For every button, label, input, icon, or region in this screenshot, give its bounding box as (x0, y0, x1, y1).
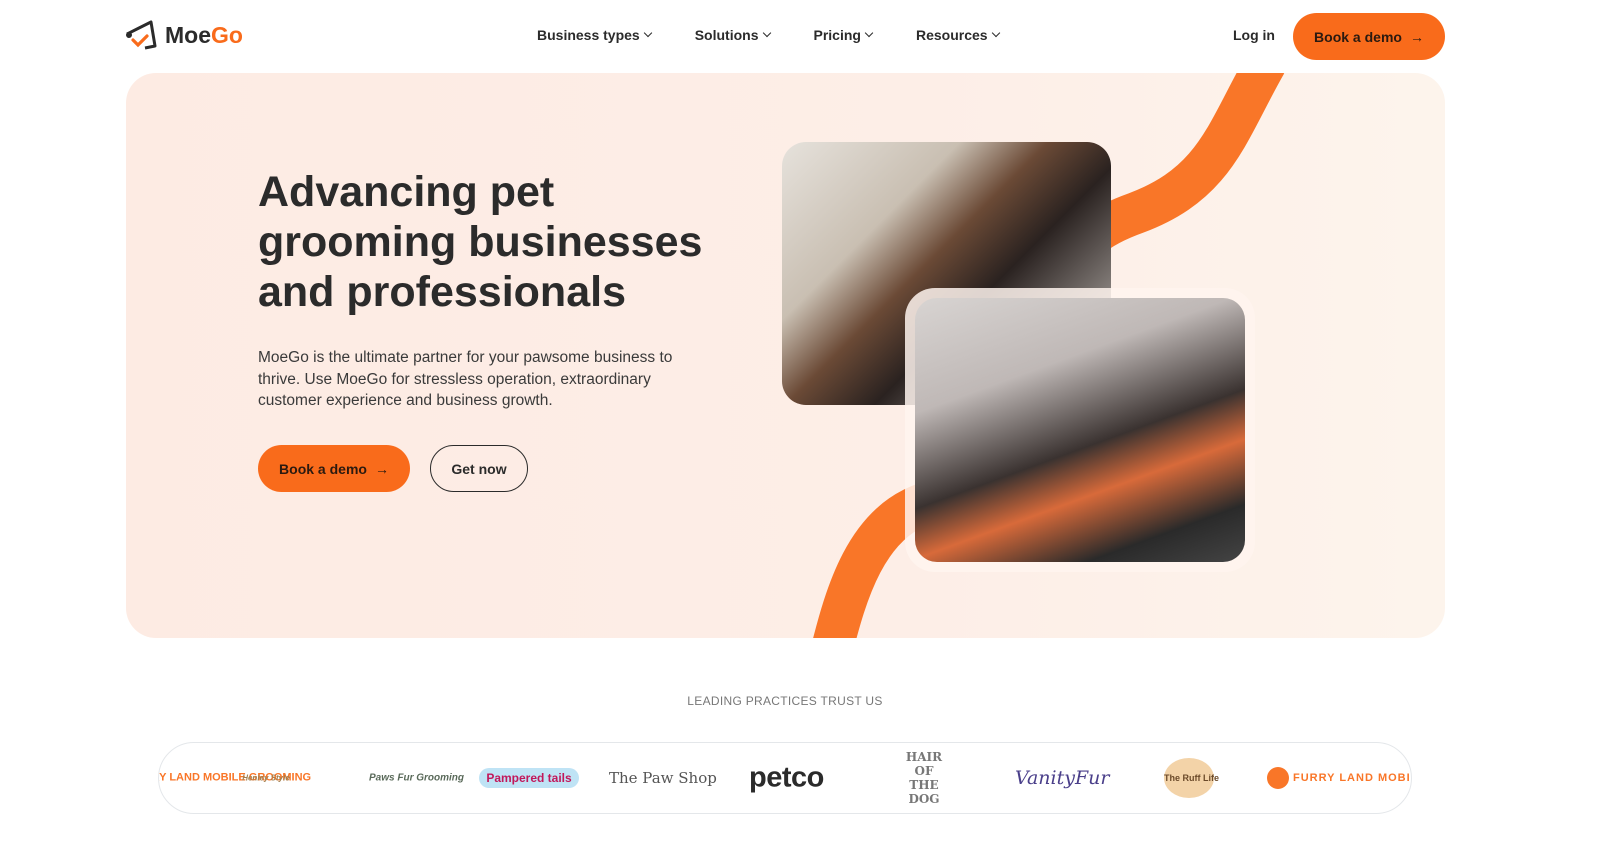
nav-label: Resources (915, 27, 988, 43)
nav-resources[interactable]: Resources (915, 27, 1000, 43)
logo-text: MoeGo (165, 21, 243, 48)
partner-logo: petco (749, 761, 824, 794)
nav-label: Solutions (694, 27, 759, 43)
nav-label: Pricing (813, 27, 861, 43)
button-label: Book a demo (1314, 28, 1402, 45)
button-label: Book a demo (279, 460, 367, 477)
get-now-button[interactable]: Get now (430, 445, 528, 492)
nav-solutions[interactable]: Solutions (694, 27, 771, 43)
hero-book-demo-button[interactable]: Book a demo → (258, 445, 410, 492)
arrow-right-icon: → (1409, 28, 1424, 45)
nav-label: Business types (537, 27, 640, 43)
nav-pricing[interactable]: Pricing (813, 27, 874, 43)
partner-logo: Pampered tails (479, 768, 579, 788)
chevron-down-icon (991, 28, 1000, 38)
dog-silhouette-icon (1267, 767, 1289, 789)
arrow-right-icon: → (374, 460, 389, 477)
trust-heading: LEADING PRACTICES TRUST US (687, 694, 883, 708)
partner-logo: FURRY LAND MOBILE GROOMING (1267, 767, 1411, 789)
dog-grooming-photo-frame (905, 288, 1255, 572)
hero-section: Advancing pet grooming businesses and pr… (126, 73, 1445, 638)
chevron-down-icon (762, 28, 771, 38)
chevron-down-icon (643, 28, 652, 38)
moego-logo[interactable]: MoeGo (125, 20, 243, 50)
logo-carousel[interactable]: FURRY LAND MOBILE GROOMING Henley Style … (158, 742, 1412, 814)
partner-logo: Henley Style (242, 773, 290, 783)
hero-description: MoeGo is the ultimate partner for your p… (258, 349, 673, 409)
partner-logo: VanityFur (1015, 767, 1110, 789)
partner-logo-text: FURRY LAND MOBILE GROOMING (1293, 771, 1411, 784)
dog-logo-icon (126, 20, 157, 50)
dog-grooming-photo (915, 298, 1245, 562)
chevron-down-icon (864, 28, 874, 38)
nav-business-types[interactable]: Business types (537, 27, 652, 43)
partner-logo: The Ruff Life (1164, 758, 1219, 798)
nav-book-demo-button[interactable]: Book a demo → (1293, 13, 1445, 60)
login-link[interactable]: Log in (1233, 27, 1275, 43)
partner-logo: Paws Fur Grooming (369, 772, 465, 784)
top-nav: MoeGo Business types Solutions Pricing R… (0, 0, 1600, 72)
partner-logo: HAIR OF THE DOG (905, 750, 943, 806)
partner-logo: The Paw Shop (609, 769, 717, 787)
hero-title: Advancing pet grooming businesses and pr… (258, 168, 703, 316)
